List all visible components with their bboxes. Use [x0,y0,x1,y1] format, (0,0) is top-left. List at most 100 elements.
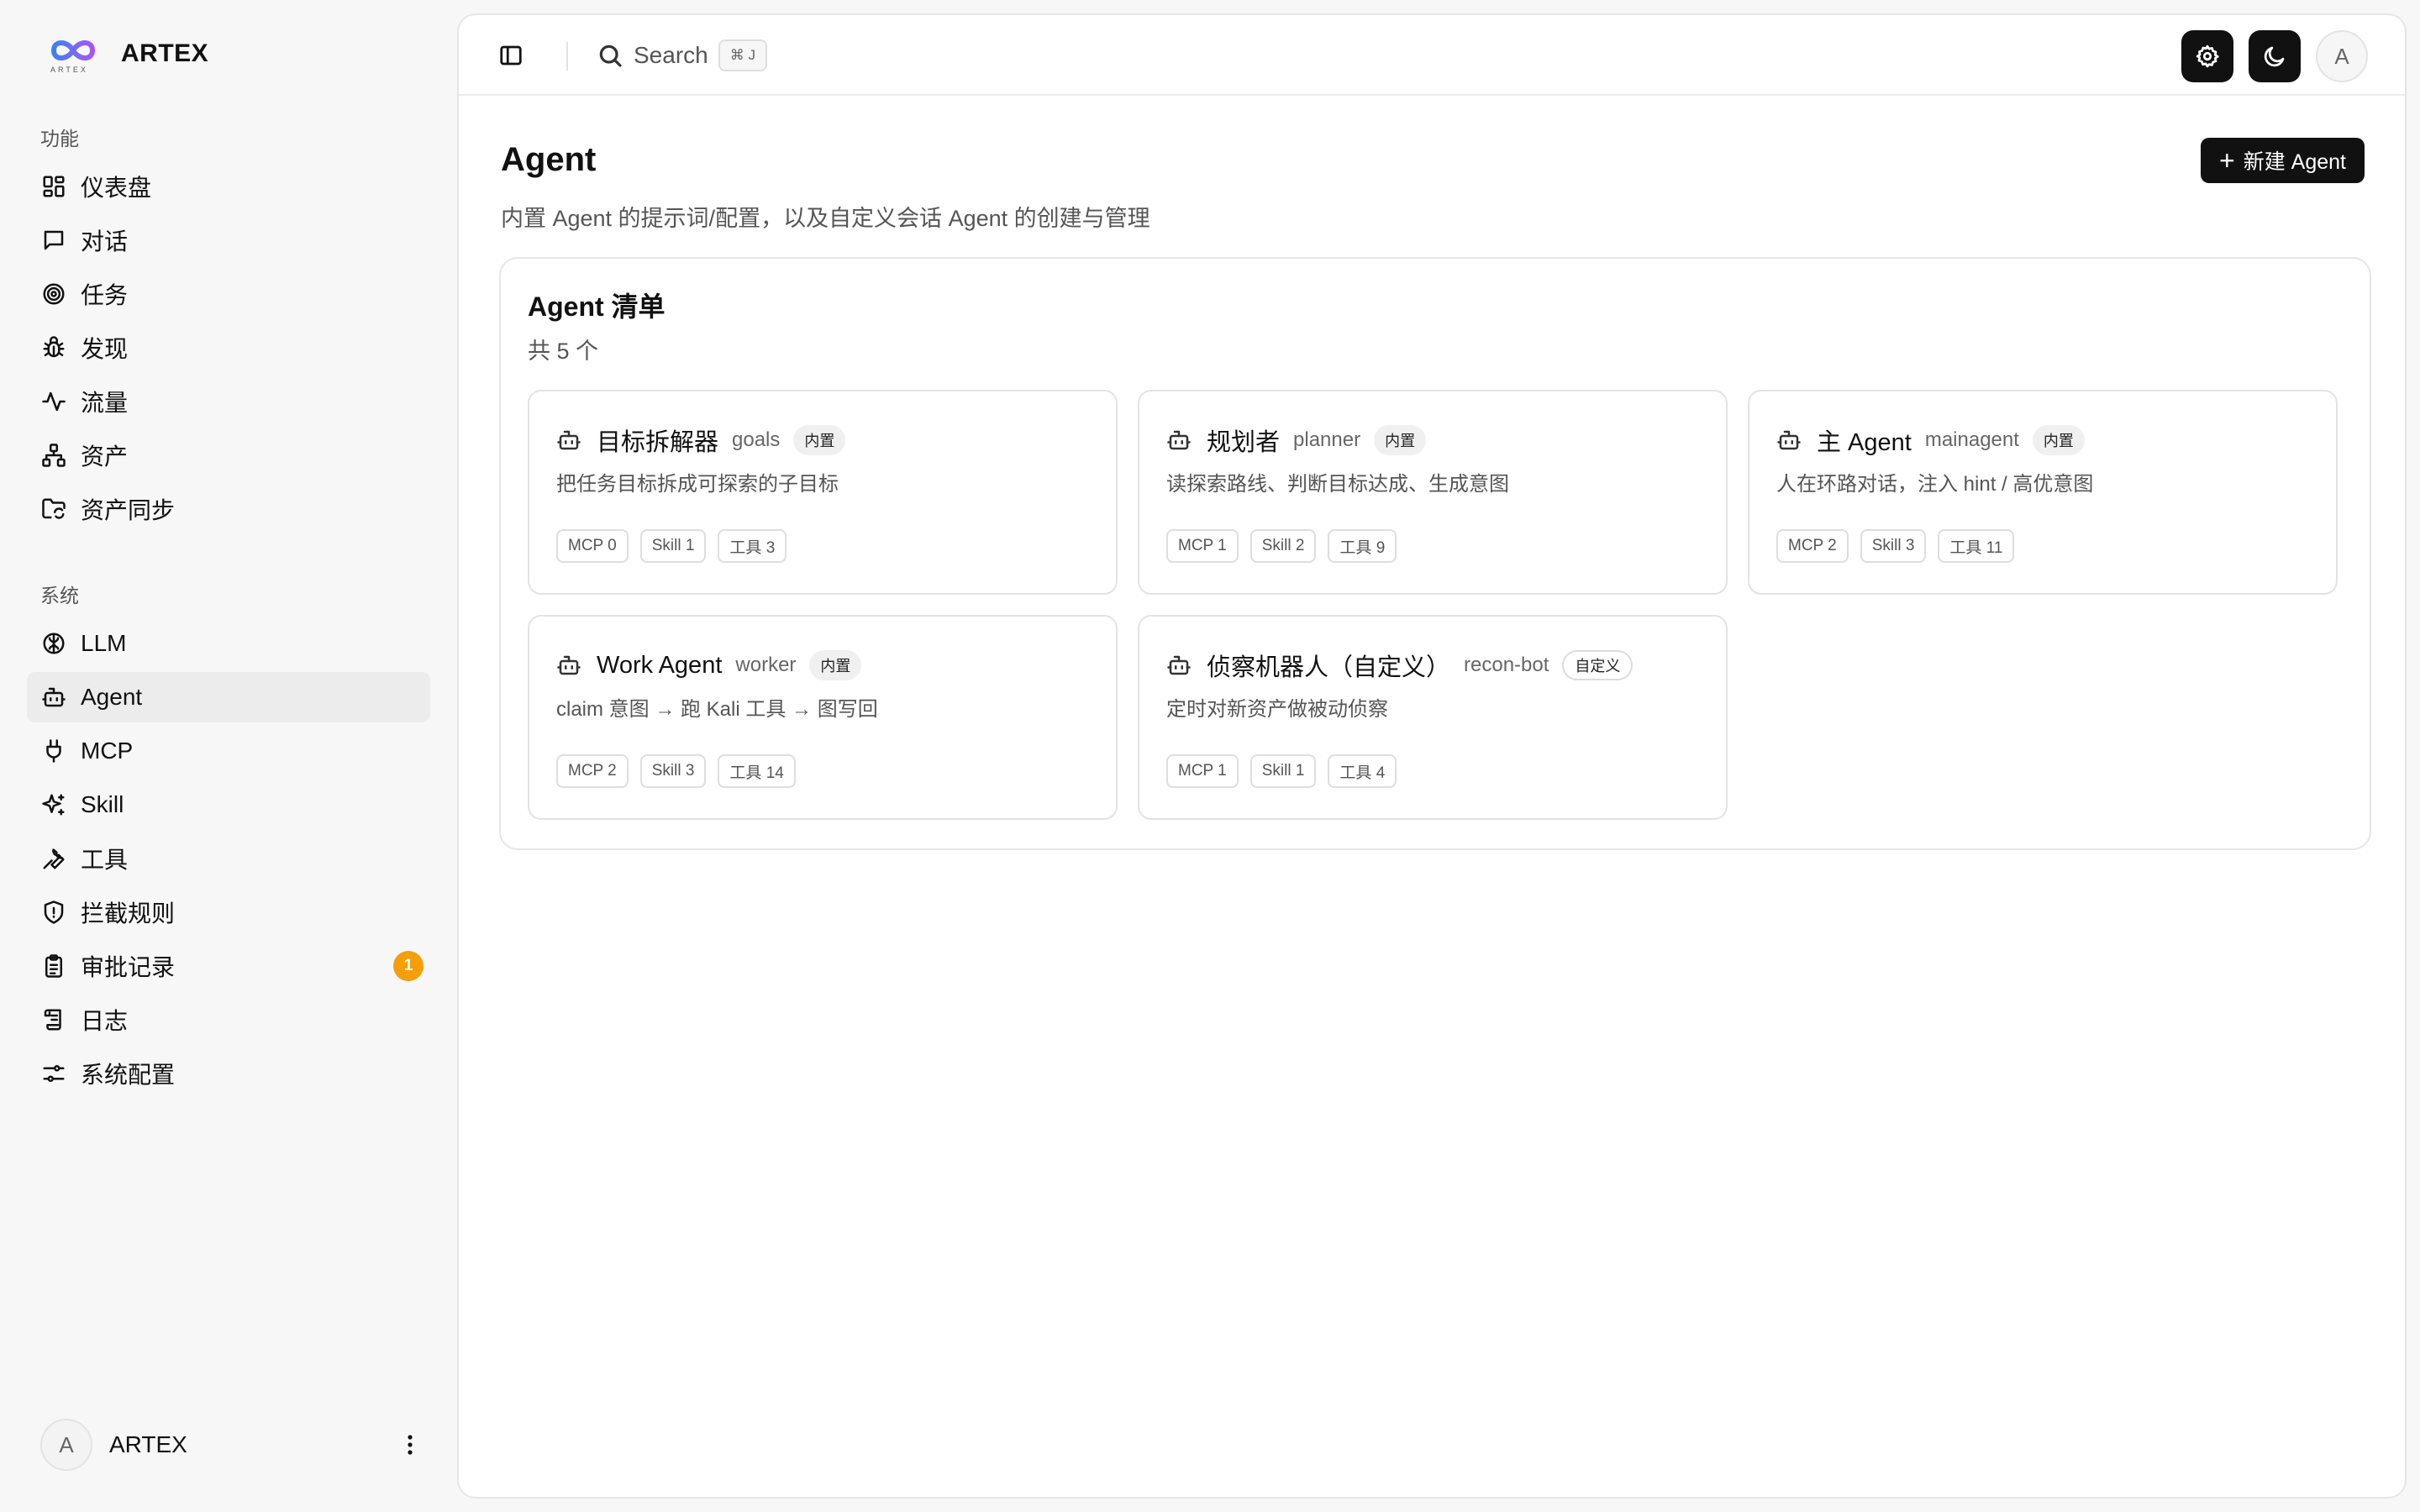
sidebar-item-label: 流量 [81,390,129,416]
agent-type-badge: 内置 [2032,425,2085,455]
dashboard-icon [40,173,67,200]
sidebar-item-label: 资产 [81,444,129,470]
theme-toggle-button[interactable] [2249,30,2301,82]
brand-logo: ARTEX [49,35,97,74]
sidebar-item-llm[interactable]: LLM [27,618,430,669]
search-shortcut-kbd: ⌘ J [718,39,767,71]
mcp-count-chip: MCP 2 [556,754,629,788]
topbar: Search ⌘ J A [459,15,2405,96]
settings-button[interactable] [2181,30,2233,82]
nav-features: 仪表盘 对话 任务 发现 流量 资产 资产同步 [27,161,430,538]
agent-card-header: 目标拆解器 goals 内置 [556,422,846,459]
agent-card-goals[interactable]: 目标拆解器 goals 内置 把任务目标拆成可探索的子目标 MCP 0 Skil… [528,390,1118,595]
sidebar-item-approvals[interactable]: 审批记录 1 [27,941,430,991]
bot-icon [1167,430,1191,450]
sidebar-item-label: 工具 [81,847,129,873]
sidebar-item-logs[interactable]: 日志 [27,995,430,1045]
bot-icon [1167,655,1191,675]
brand-name: ARTEX [121,39,209,67]
plus-icon: + [2219,145,2235,176]
sidebar-item-label: MCP [81,738,134,764]
nav-system: LLM Agent MCP Skill 工具 拦截规则 审批记录 1 日志 系统… [27,618,430,1102]
panel-left-icon [500,45,522,66]
sidebar-item-asset-sync[interactable]: 资产同步 [27,484,430,534]
wrench-icon [40,845,67,872]
page-title: Agent [501,141,597,178]
bot-icon [40,684,67,711]
sidebar-item-tools[interactable]: 工具 [27,833,430,884]
avatar[interactable]: A [2316,30,2368,82]
scroll-icon [40,1006,67,1033]
sidebar-item-dashboard[interactable]: 仪表盘 [27,161,430,212]
sidebar-item-agent[interactable]: Agent [27,672,430,722]
sidebar-item-label: Skill [81,791,124,817]
agent-card-header: Work Agent worker 内置 [556,647,862,684]
search-trigger[interactable]: Search ⌘ J [597,37,767,74]
sidebar-item-findings[interactable]: 发现 [27,323,430,373]
tool-count-chip: 工具 4 [1328,754,1397,788]
infinity-logo-icon [50,40,96,60]
sidebar-item-block-rules[interactable]: 拦截规则 [27,887,430,937]
agent-card-header: 侦察机器人（自定义） recon-bot 自定义 [1166,647,1634,684]
bot-icon [557,430,581,450]
agent-name: Work Agent [597,651,723,679]
sidebar-item-label: Agent [81,684,143,710]
tool-count-chip: 工具 3 [718,529,787,563]
skill-count-chip: Skill 2 [1249,529,1317,563]
agent-list-card: Agent 清单 共 5 个 目标拆解器 goals 内置 把任务目标拆成可探索… [499,257,2371,850]
agent-id: recon-bot [1464,654,1549,676]
new-agent-button[interactable]: + 新建 Agent [2201,138,2365,183]
search-icon [599,45,622,67]
mcp-count-chip: MCP 1 [1166,529,1239,563]
topbar-actions: A [2166,30,2368,82]
sidebar: ARTEX ARTEX 功能 仪表盘 对话 任务 发现 流量 资产 资产同步 系… [0,0,454,1512]
sliders-icon [40,1060,67,1087]
agent-description: 把任务目标拆成可探索的子目标 [556,473,839,496]
sidebar-item-settings[interactable]: 系统配置 [27,1048,430,1099]
user-menu[interactable]: A ARTEX [40,1418,427,1472]
agent-list-count: 共 5 个 [528,339,599,364]
sparkles-icon [40,791,67,818]
agent-card-header: 主 Agent mainagent 内置 [1776,422,2085,459]
sidebar-item-label: 拦截规则 [81,900,176,927]
agent-card-planner[interactable]: 规划者 planner 内置 读探索路线、判断目标达成、生成意图 MCP 1 S… [1138,390,1728,595]
plug-icon [40,738,67,764]
skill-count-chip: Skill 3 [639,754,707,788]
sidebar-item-traffic[interactable]: 流量 [27,376,430,427]
sidebar-item-chat[interactable]: 对话 [27,215,430,265]
agent-card-mainagent[interactable]: 主 Agent mainagent 内置 人在环路对话，注入 hint / 高优… [1748,390,2338,595]
agent-card-worker[interactable]: Work Agent worker 内置 claim 意图 → 跑 Kali 工… [528,615,1118,820]
mcp-count-chip: MCP 1 [1166,754,1239,788]
target-icon [40,281,67,307]
tool-count-chip: 工具 9 [1328,529,1397,563]
topbar-divider [566,42,568,71]
activity-icon [40,388,67,415]
sidebar-item-mcp[interactable]: MCP [27,726,430,776]
agent-stats: MCP 0 Skill 1 工具 3 [556,529,798,563]
sidebar-toggle-button[interactable] [496,40,526,71]
bug-icon [40,334,67,361]
agent-stats: MCP 2 Skill 3 工具 14 [556,754,808,788]
brain-icon [40,630,67,657]
agent-id: worker [735,654,797,676]
bot-icon [557,655,581,675]
sidebar-item-label: LLM [81,630,127,656]
sidebar-item-skill[interactable]: Skill [27,780,430,830]
agent-stats: MCP 1 Skill 2 工具 9 [1166,529,1408,563]
sidebar-item-assets[interactable]: 资产 [27,430,430,480]
bot-icon [1777,430,1801,450]
brand-logo-text: ARTEX [50,66,88,74]
agent-id: planner [1293,428,1361,451]
sidebar-item-label: 仪表盘 [81,175,152,201]
agent-type-badge: 内置 [809,650,862,680]
approvals-count-badge: 1 [393,951,424,981]
brand[interactable]: ARTEX ARTEX [49,34,208,74]
more-vertical-icon[interactable] [393,1425,427,1465]
section-label-features: 功能 [40,128,79,150]
agent-list-title: Agent 清单 [528,291,666,322]
user-name: ARTEX [109,1431,187,1457]
folder-sync-icon [40,496,67,522]
sidebar-item-tasks[interactable]: 任务 [27,269,430,319]
agent-description: claim 意图 → 跑 Kali 工具 → 图写回 [556,698,878,721]
agent-card-recon-bot[interactable]: 侦察机器人（自定义） recon-bot 自定义 定时对新资产做被动侦察 MCP… [1138,615,1728,820]
